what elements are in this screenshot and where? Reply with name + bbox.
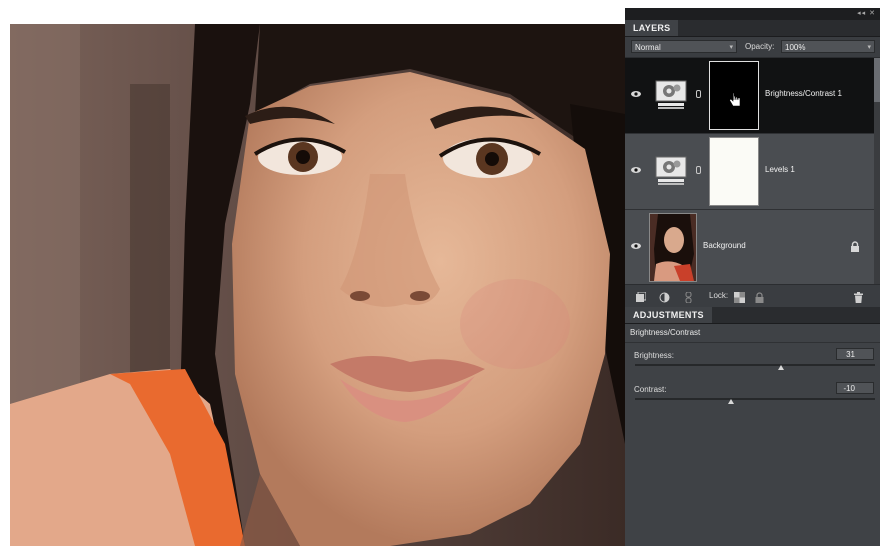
- brightness-slider-group: Brightness: 31: [625, 343, 880, 377]
- portrait-photo: [10, 24, 625, 546]
- lock-all-icon[interactable]: [754, 290, 765, 303]
- layer-name: Brightness/Contrast 1: [765, 89, 842, 98]
- lock-label: Lock:: [709, 291, 729, 300]
- link-layers-icon[interactable]: [683, 290, 694, 304]
- layer-name: Background: [703, 241, 746, 250]
- new-layer-icon[interactable]: [635, 290, 647, 302]
- brightness-label: Brightness:: [634, 351, 675, 360]
- layers-footer-toolbar: Lock:: [625, 284, 880, 307]
- trash-icon[interactable]: [853, 290, 864, 303]
- link-icon[interactable]: [696, 166, 701, 174]
- lock-transparency-icon[interactable]: [734, 290, 745, 303]
- layers-tab[interactable]: LAYERS: [625, 20, 679, 36]
- layers-list: Brightness/Contrast 1 Levels 1 Backgroun…: [625, 58, 880, 286]
- panels-column: ◂◂ ✕ LAYERS Normal ▾ Opacity: 100% ▾ Bri…: [625, 8, 880, 546]
- contrast-value-field[interactable]: -10: [836, 382, 874, 394]
- opacity-field[interactable]: 100% ▾: [781, 40, 875, 53]
- brightness-slider-knob[interactable]: [778, 365, 785, 370]
- collapse-close-controls[interactable]: ◂◂ ✕: [857, 8, 876, 20]
- image-canvas[interactable]: [10, 24, 625, 546]
- contrast-slider-track[interactable]: [635, 398, 875, 400]
- background-thumbnail[interactable]: [649, 213, 697, 282]
- adjustment-layer-icon: [655, 80, 687, 110]
- layer-name: Levels 1: [765, 165, 795, 174]
- chevron-down-icon: ▾: [729, 44, 733, 51]
- adjustment-name: Brightness/Contrast: [625, 324, 880, 343]
- blend-mode-select[interactable]: Normal ▾: [631, 40, 737, 53]
- lock-icon: [850, 240, 860, 252]
- layers-scroll-thumb[interactable]: [874, 58, 880, 102]
- contrast-slider-group: Contrast: -10: [625, 377, 880, 411]
- contrast-label: Contrast:: [634, 385, 667, 394]
- brightness-slider-track[interactable]: [635, 364, 875, 366]
- adjustments-tab[interactable]: ADJUSTMENTS: [625, 307, 712, 323]
- layer-mask-thumbnail[interactable]: [709, 61, 759, 130]
- adjustments-panel-header: ADJUSTMENTS: [625, 307, 880, 324]
- layer-row-background[interactable]: Background: [625, 210, 874, 286]
- layer-mask-thumbnail[interactable]: [709, 137, 759, 206]
- link-icon[interactable]: [696, 90, 701, 98]
- hand-cursor-icon: [729, 92, 741, 107]
- adjustment-layer-icon: [655, 156, 687, 186]
- layers-scrollbar[interactable]: [874, 58, 880, 284]
- eye-icon[interactable]: [631, 242, 641, 250]
- layers-options-row: Normal ▾ Opacity: 100% ▾: [625, 37, 880, 58]
- brightness-value-field[interactable]: 31: [836, 348, 874, 360]
- opacity-label: Opacity:: [745, 42, 775, 51]
- chevron-down-icon: ▾: [867, 44, 871, 51]
- opacity-value: 100%: [785, 43, 806, 52]
- eye-icon[interactable]: [631, 90, 641, 98]
- eye-icon[interactable]: [631, 166, 641, 174]
- contrast-slider-knob[interactable]: [728, 399, 734, 404]
- layer-row-levels[interactable]: Levels 1: [625, 134, 874, 210]
- adjustment-layer-icon[interactable]: [659, 290, 670, 303]
- layers-panel-header: LAYERS: [625, 20, 880, 37]
- blend-mode-value: Normal: [635, 43, 661, 52]
- layer-row-brightness-contrast[interactable]: Brightness/Contrast 1: [625, 58, 874, 134]
- panel-title-bar: ◂◂ ✕: [625, 8, 880, 20]
